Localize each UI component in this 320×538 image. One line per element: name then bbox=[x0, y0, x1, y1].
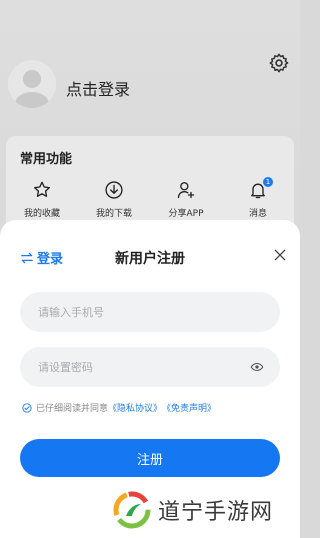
feature-favorites[interactable]: 我的收藏 bbox=[7, 180, 77, 219]
features-title: 常用功能 bbox=[20, 152, 73, 167]
gear-icon[interactable] bbox=[268, 52, 290, 74]
feature-label: 我的收藏 bbox=[23, 209, 60, 219]
download-icon bbox=[105, 181, 123, 199]
phone-field[interactable] bbox=[20, 292, 280, 332]
avatar[interactable] bbox=[8, 60, 56, 108]
message-count-badge: 1 bbox=[263, 177, 273, 187]
disclaimer-link[interactable]: 《免责声明》 bbox=[162, 401, 216, 414]
feature-label: 分享APP bbox=[168, 209, 204, 219]
feature-downloads[interactable]: 我的下载 bbox=[79, 180, 149, 219]
register-button[interactable]: 注册 bbox=[20, 439, 280, 477]
phone-input[interactable] bbox=[36, 304, 264, 320]
avatar-placeholder-icon bbox=[15, 70, 49, 108]
star-icon bbox=[34, 181, 50, 197]
switch-to-login-label: 登录 bbox=[37, 252, 64, 267]
add-user-icon bbox=[177, 182, 195, 199]
agreement-row: 已仔细阅读并同意 《隐私协议》 《免责声明》 bbox=[22, 401, 216, 414]
feature-label: 消息 bbox=[248, 209, 267, 219]
close-icon[interactable] bbox=[272, 247, 288, 263]
feature-messages[interactable]: 1 消息 bbox=[223, 177, 293, 219]
eye-icon[interactable] bbox=[250, 360, 264, 374]
login-prompt[interactable]: 点击登录 bbox=[66, 76, 130, 100]
swap-icon bbox=[21, 252, 33, 263]
password-field[interactable] bbox=[20, 347, 280, 387]
watermark-text: 道宁手游网 bbox=[158, 500, 274, 525]
feature-label: 我的下载 bbox=[95, 209, 132, 219]
agreement-checkbox[interactable] bbox=[22, 402, 32, 413]
watermark: 道宁手游网 bbox=[112, 490, 273, 530]
switch-to-login-button[interactable]: 登录 bbox=[20, 248, 63, 267]
watermark-logo-icon bbox=[113, 491, 151, 529]
privacy-link[interactable]: 《隐私协议》 bbox=[108, 401, 162, 414]
password-input[interactable] bbox=[36, 359, 250, 375]
agreement-text: 已仔细阅读并同意 bbox=[36, 404, 109, 414]
feature-share-app[interactable]: 分享APP bbox=[151, 180, 221, 219]
